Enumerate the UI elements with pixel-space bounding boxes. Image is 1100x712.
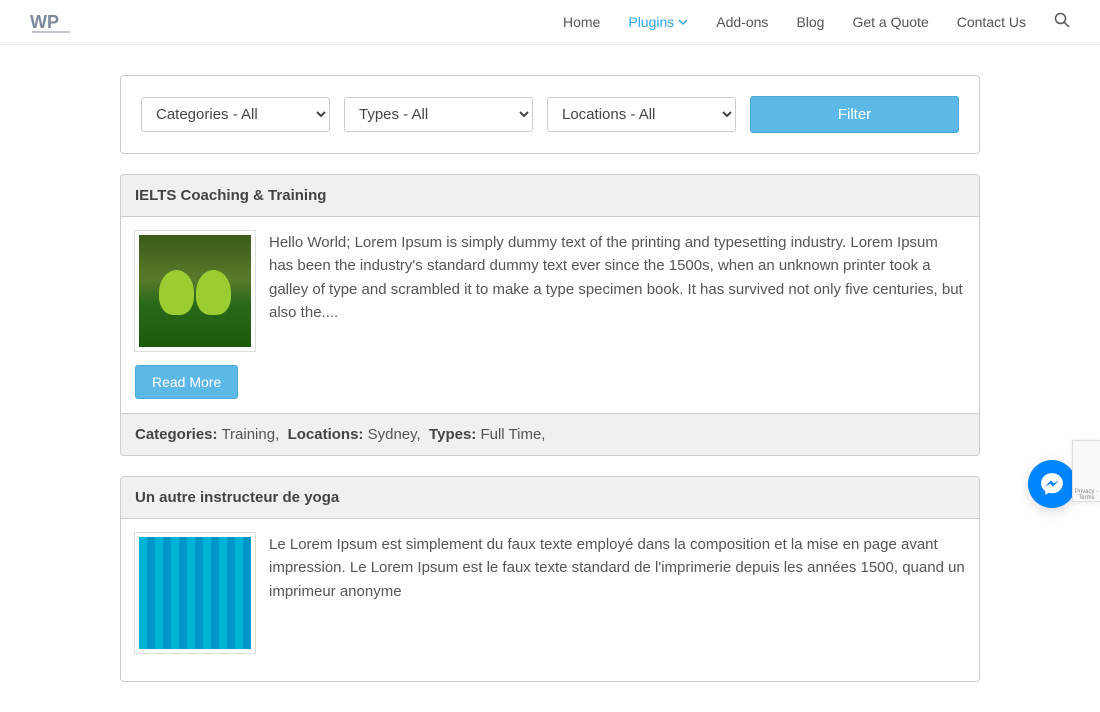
listing-card: IELTS Coaching & Training Hello World; L…	[120, 174, 980, 456]
listing-thumbnail[interactable]	[135, 533, 255, 653]
listing-card: Un autre instructeur de yoga Le Lorem Ip…	[120, 476, 980, 682]
listing-excerpt: Le Lorem Ipsum est simplement du faux te…	[269, 533, 965, 603]
types-value: Full Time,	[480, 426, 545, 443]
listing-excerpt: Hello World; Lorem Ipsum is simply dummy…	[269, 231, 965, 324]
nav-home[interactable]: Home	[563, 14, 600, 30]
categories-value: Training,	[221, 426, 279, 443]
nav-addons[interactable]: Add-ons	[716, 14, 768, 30]
nav-blog[interactable]: Blog	[796, 14, 824, 30]
categories-select[interactable]: Categories - All	[141, 97, 330, 132]
types-label: Types:	[429, 426, 476, 443]
logo[interactable]: WP	[30, 8, 74, 36]
svg-text:WP: WP	[30, 12, 59, 32]
categories-label: Categories:	[135, 426, 218, 443]
nav-contact[interactable]: Contact Us	[957, 14, 1026, 30]
listing-thumbnail[interactable]	[135, 231, 255, 351]
locations-select[interactable]: Locations - All	[547, 97, 736, 132]
filter-bar: Categories - All Types - All Locations -…	[120, 75, 980, 154]
listing-title[interactable]: Un autre instructeur de yoga	[121, 477, 979, 519]
read-more-button[interactable]: Read More	[135, 365, 238, 399]
messenger-chat-button[interactable]	[1028, 460, 1076, 508]
top-header: WP Home Plugins Add-ons Blog Get a Quote…	[0, 0, 1100, 45]
nav-plugins[interactable]: Plugins	[628, 14, 688, 30]
search-icon[interactable]	[1054, 12, 1070, 33]
chevron-down-icon	[678, 19, 688, 25]
main-nav: Home Plugins Add-ons Blog Get a Quote Co…	[563, 12, 1070, 33]
nav-plugins-label: Plugins	[628, 14, 674, 30]
recaptcha-badge[interactable]: Privacy - Terms	[1072, 440, 1100, 502]
listing-title[interactable]: IELTS Coaching & Training	[121, 175, 979, 217]
locations-value: Sydney,	[368, 426, 421, 443]
messenger-icon	[1039, 471, 1065, 497]
wp-logo-icon: WP	[30, 8, 74, 36]
types-select[interactable]: Types - All	[344, 97, 533, 132]
filter-button[interactable]: Filter	[750, 96, 959, 133]
locations-label: Locations:	[288, 426, 364, 443]
nav-quote[interactable]: Get a Quote	[852, 14, 928, 30]
listing-meta: Categories: Training, Locations: Sydney,…	[121, 413, 979, 455]
